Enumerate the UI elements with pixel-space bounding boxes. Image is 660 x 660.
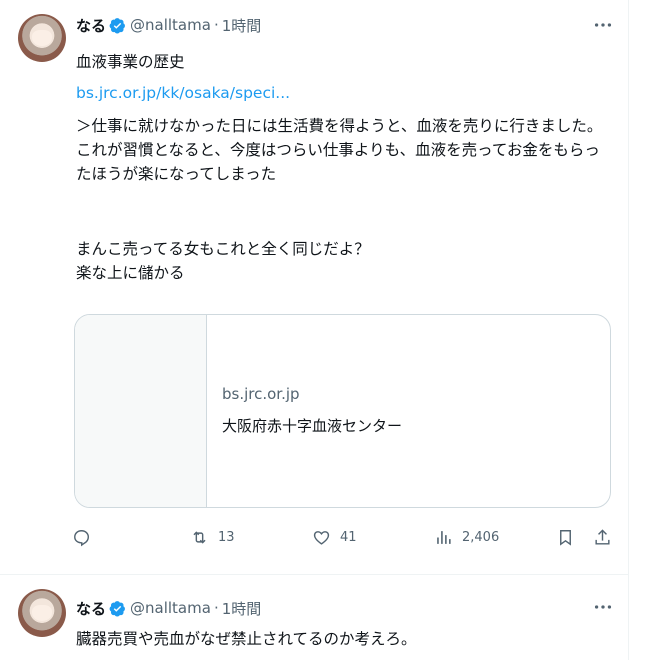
separator-dot: · [213,16,219,34]
tweet-actions: 13 41 2,406 [72,528,612,552]
share-button[interactable] [593,528,612,547]
tweet-header: なる @nalltama · 1時間 [76,13,261,37]
retweet-icon [193,531,206,544]
user-handle[interactable]: @nalltama [130,16,211,34]
share-icon [595,529,610,545]
like-count: 41 [340,530,357,545]
like-button[interactable]: 41 [312,528,357,547]
tweet-text-comment: まんこ売ってる女もこれと全く同じだよ？ 楽な上に儲かる [76,240,370,282]
card-domain: bs.jrc.or.jp [222,385,300,403]
timeline-feed: なる @nalltama · 1時間 血液事業の歴史 bs.jrc.or.jp/… [0,0,628,660]
link-preview-card[interactable]: bs.jrc.or.jp 大阪府赤十字血液センター [74,314,611,508]
timestamp[interactable]: 1時間 [222,15,262,36]
tweet-text-title: 血液事業の歴史 [76,53,185,71]
views-bar-chart-icon [437,531,451,544]
bookmark-icon [560,530,571,546]
reply-icon [74,530,90,547]
views-button[interactable]: 2,406 [434,528,499,547]
separator-dot: · [213,599,219,617]
heart-icon [313,531,330,545]
tweet-text: 臓器売買や売血がなぜ禁止されてるのか考えろ。 [76,630,417,648]
display-name[interactable]: なる [76,598,106,619]
right-gutter [629,0,660,660]
bookmark-button[interactable] [556,528,575,547]
tweet[interactable]: なる @nalltama · 1時間 臓器売買や売血がなぜ禁止されてるのか考えろ… [0,575,628,660]
verified-badge-icon [109,600,125,617]
tweet[interactable]: なる @nalltama · 1時間 血液事業の歴史 bs.jrc.or.jp/… [0,0,628,575]
more-options-icon[interactable] [592,596,614,618]
tweet-text-quote: ＞仕事に就けなかった日には生活費を得ようと、血液を売りに行きました。 これが習慣… [76,117,603,183]
card-title: 大阪府赤十字血液センター [222,417,403,435]
display-name[interactable]: なる [76,15,106,36]
timestamp[interactable]: 1時間 [222,598,262,619]
retweet-count: 13 [218,530,235,545]
tweet-link[interactable]: bs.jrc.or.jp/kk/osaka/speci... [76,81,616,105]
verified-badge-icon [109,17,125,34]
reply-button[interactable] [72,528,100,547]
user-handle[interactable]: @nalltama [130,599,211,617]
views-count: 2,406 [462,530,500,545]
avatar[interactable] [18,589,66,637]
tweet-header: なる @nalltama · 1時間 [76,596,261,620]
retweet-button[interactable]: 13 [190,528,235,547]
avatar[interactable] [18,14,66,62]
more-options-icon[interactable] [592,14,614,36]
card-thumbnail [75,315,207,507]
